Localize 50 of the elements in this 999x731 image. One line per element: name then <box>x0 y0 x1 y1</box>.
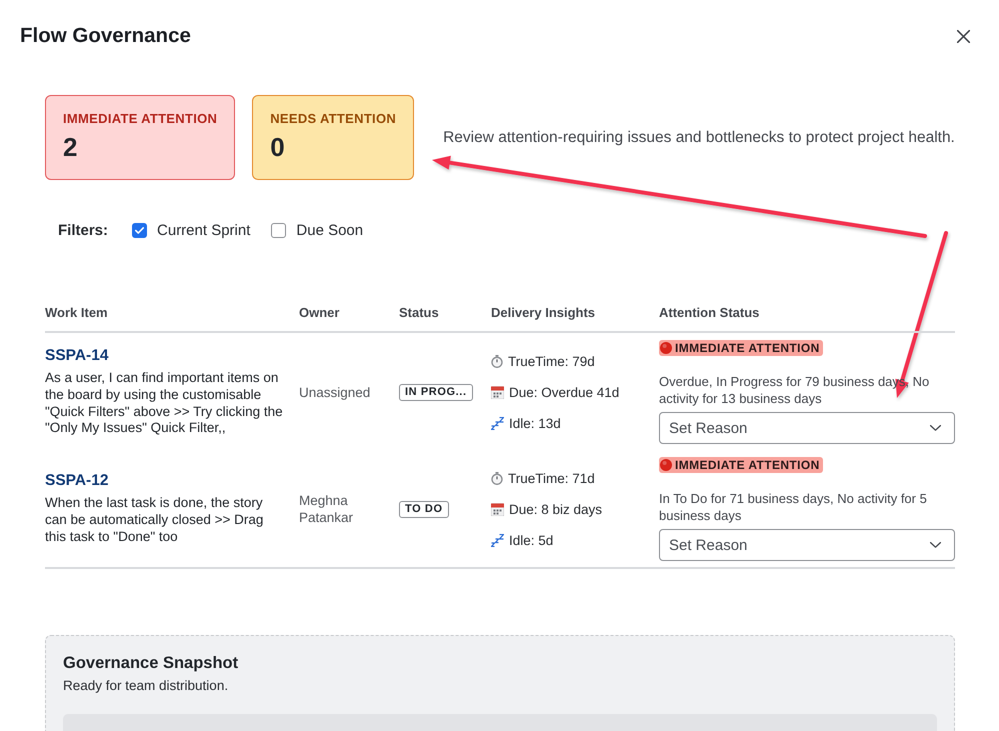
column-header: Delivery Insights <box>491 305 596 321</box>
reason-select[interactable]: Set Reason <box>659 529 955 561</box>
sleep-icon <box>491 534 504 546</box>
attention-label: IMMEDIATE ATTENTION <box>675 340 820 356</box>
column-header: Status <box>399 305 440 321</box>
issue-key-link[interactable]: SSPA-12 <box>45 472 108 490</box>
insight-text: Idle: 5d <box>509 532 554 548</box>
close-icon <box>957 30 970 42</box>
filters-label: Filters: <box>58 222 108 238</box>
status-badge: IN PROG... <box>399 384 473 400</box>
owner-name: Meghna Patankar <box>299 492 354 526</box>
status-badge: TO DO <box>399 500 449 518</box>
insight-text: TrueTime: 71d <box>508 470 595 486</box>
column-header: Work Item <box>45 305 109 321</box>
description-text: Review attention-requiring issues and bottlenecks to protect project health. <box>443 128 955 146</box>
card-label: NEEDS ATTENTION <box>270 111 396 127</box>
column-header: Attention Status <box>659 305 760 321</box>
checkbox-label[interactable]: Current Sprint <box>157 222 250 238</box>
attention-detail: In To Do for 71 business days, No activity for 5 business days <box>659 490 928 524</box>
issue-key-link[interactable]: SSPA-14 <box>45 347 108 366</box>
reason-select[interactable]: Set Reason <box>659 412 955 444</box>
chevron-down-icon <box>930 542 941 548</box>
status-dot-icon <box>660 342 672 354</box>
sleep-icon <box>491 416 504 430</box>
calendar-icon <box>491 386 504 398</box>
attention-label: IMMEDIATE ATTENTION <box>675 457 820 473</box>
insight-text: TrueTime: 79d <box>508 352 595 370</box>
checkbox-label[interactable]: Due Soon <box>296 222 364 238</box>
issue-summary: When the last task is done, the story can be automatically closed >> Drag this task to "Done" too <box>45 495 264 546</box>
stopwatch-icon <box>491 472 503 484</box>
insight-text: Due: Overdue 41d <box>509 384 620 400</box>
owner-name: Unassigned <box>299 384 372 400</box>
insight-text: Due: 8 biz days <box>509 500 602 518</box>
card-count: 2 <box>63 132 78 162</box>
column-header: Owner <box>299 305 340 321</box>
status-dot-icon <box>660 459 672 471</box>
chevron-down-icon <box>930 425 941 431</box>
issue-summary: As a user, I can find important items on the board by using the customisable "Quick Filters" above >> Try clicking the "Only My Issues" Quick Filter,, <box>45 370 284 437</box>
insight-text: Idle: 13d <box>509 414 561 432</box>
checkbox[interactable] <box>132 222 148 238</box>
stopwatch-icon <box>491 354 503 368</box>
close-button[interactable] <box>957 30 970 42</box>
checkbox[interactable] <box>271 222 286 238</box>
card-count: 0 <box>270 132 286 162</box>
check-icon <box>135 226 144 234</box>
calendar-icon <box>491 502 504 516</box>
snapshot-subtitle: Ready for team distribution. <box>63 677 228 694</box>
snapshot-title: Governance Snapshot <box>63 653 238 673</box>
card-label: IMMEDIATE ATTENTION <box>63 111 218 127</box>
dialog-title: Flow Governance <box>20 23 191 49</box>
